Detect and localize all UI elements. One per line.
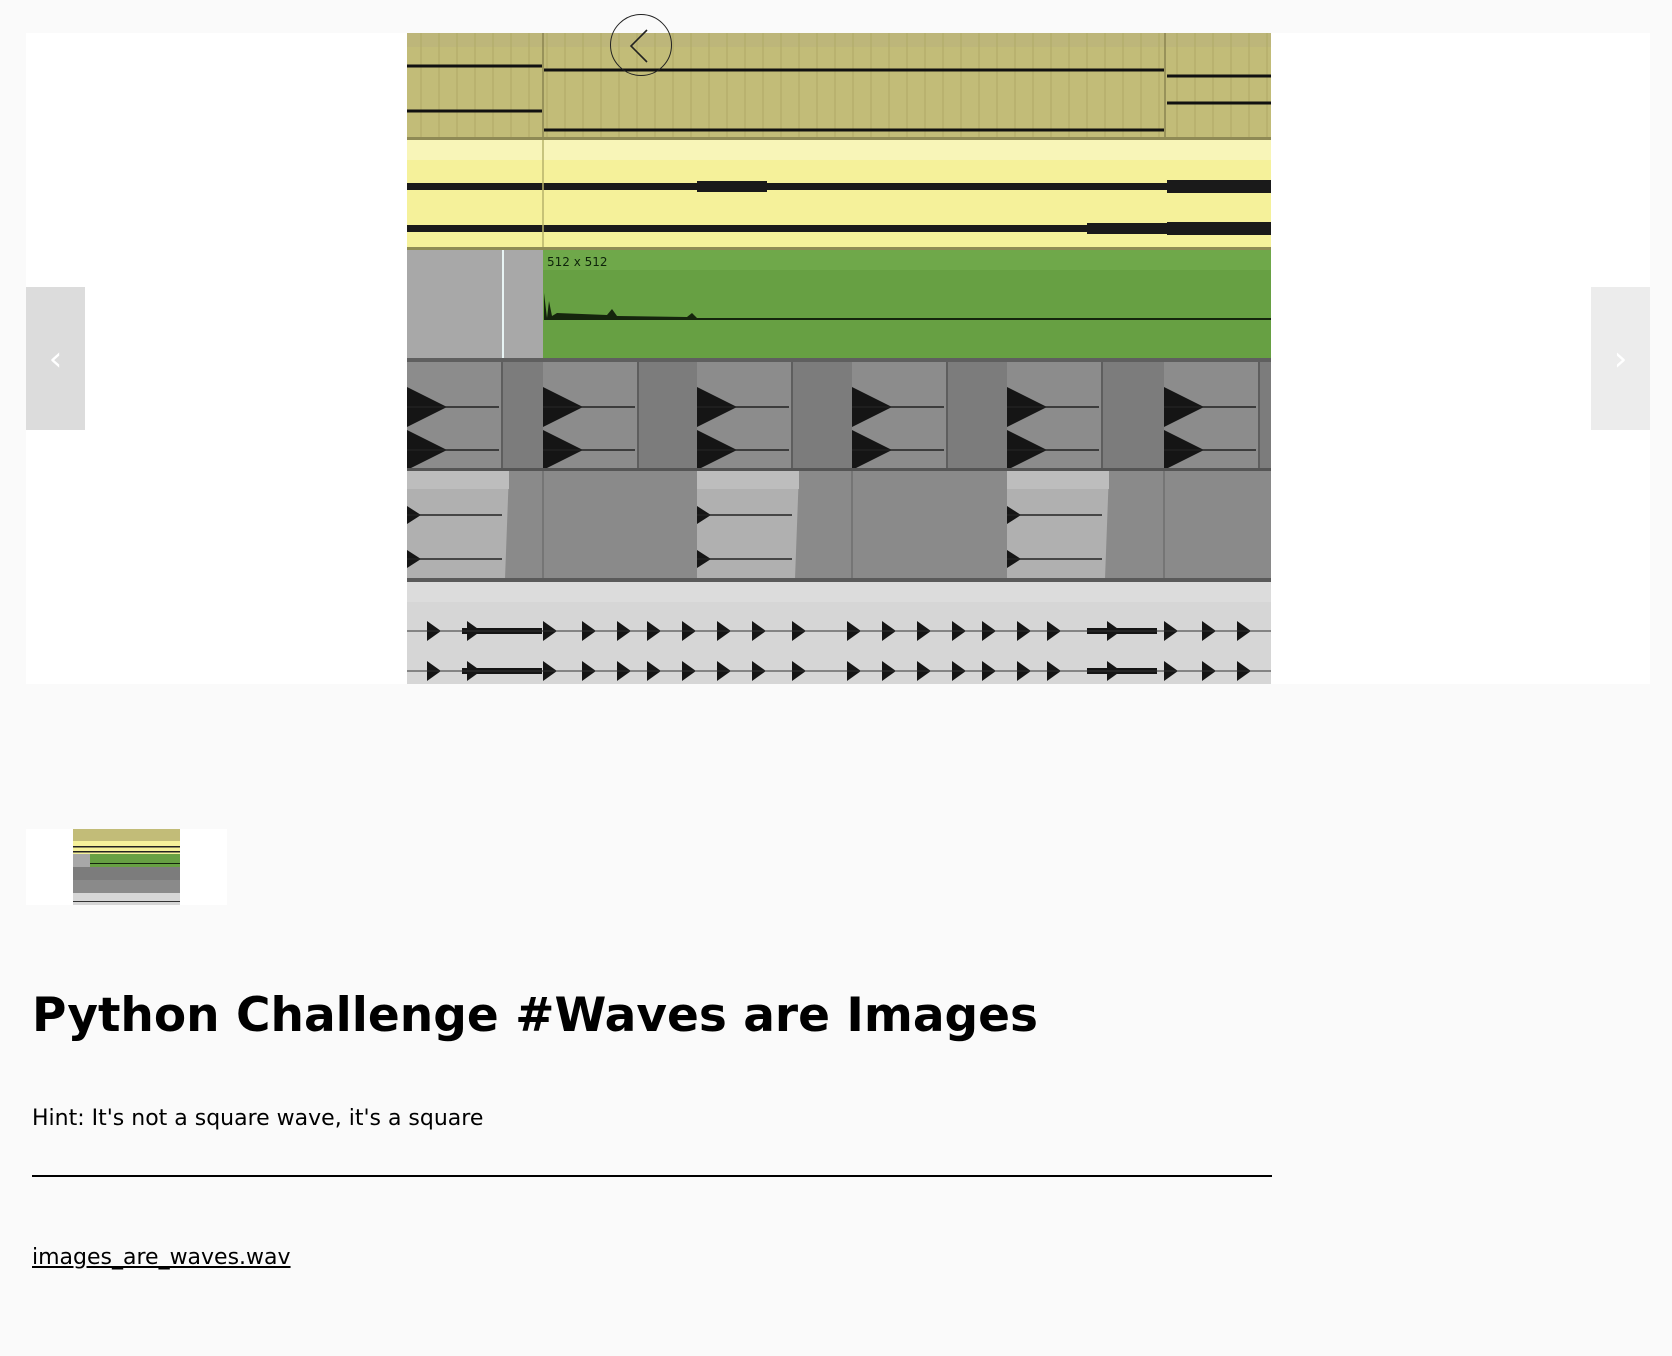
next-image-button[interactable]: ›	[1591, 287, 1650, 430]
thumbnail-1[interactable]	[73, 829, 180, 905]
hint-text: Hint: It's not a square wave, it's a squ…	[32, 1106, 484, 1131]
daw-screenshot-graphic: 512 x 512	[407, 33, 1271, 684]
gallery-main-image[interactable]: 512 x 512	[407, 33, 1271, 684]
image-overlay-label: 512 x 512	[547, 255, 608, 269]
chevron-right-icon: ›	[1613, 338, 1628, 379]
thumbnail-image	[73, 829, 180, 905]
page-title: Python Challenge #Waves are Images	[32, 988, 1039, 1043]
image-gallery: 512 x 512 ‹ ›	[26, 33, 1650, 684]
divider	[32, 1175, 1272, 1177]
prev-image-button[interactable]: ‹	[26, 287, 85, 430]
back-button[interactable]	[610, 14, 672, 76]
chevron-left-icon	[629, 29, 648, 63]
chevron-left-icon: ‹	[48, 338, 63, 379]
thumbnail-strip	[26, 829, 227, 905]
attachment-link[interactable]: images_are_waves.wav	[32, 1245, 291, 1270]
